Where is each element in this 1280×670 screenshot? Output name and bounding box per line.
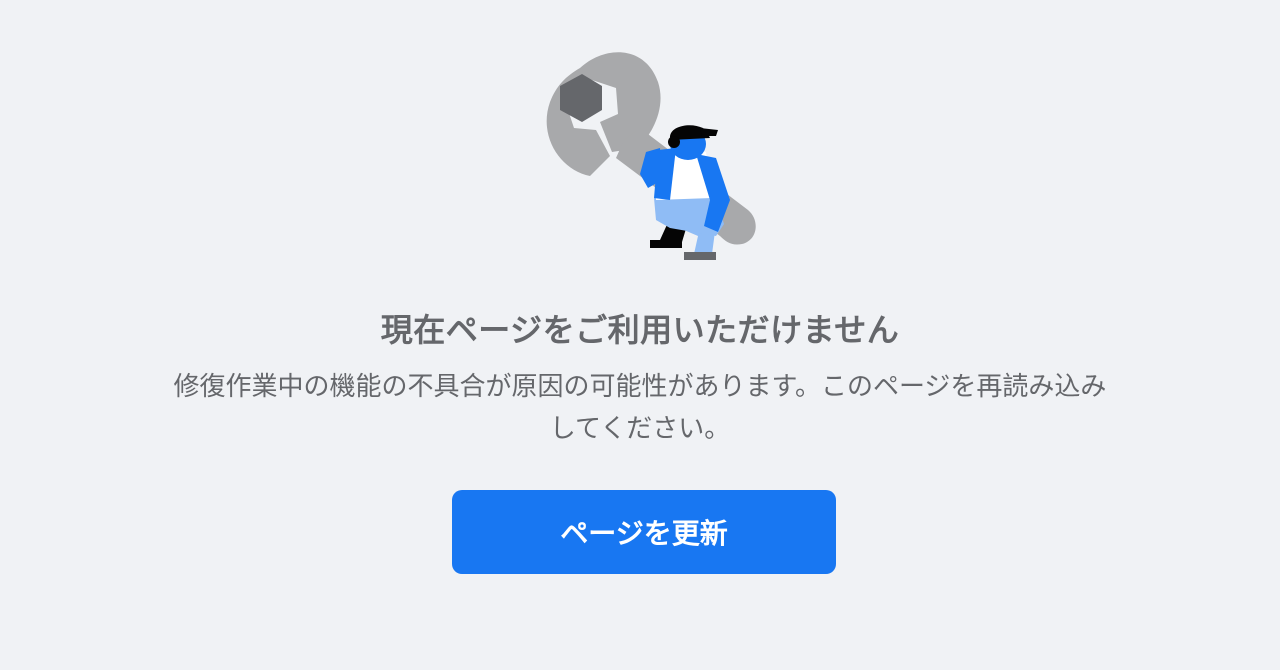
wrench-worker-icon bbox=[546, 52, 756, 260]
error-title: 現在ページをご利用いただけません bbox=[380, 311, 900, 349]
refresh-page-button[interactable]: ページを更新 bbox=[452, 490, 836, 574]
maintenance-illustration bbox=[520, 40, 780, 270]
error-description: 修復作業中の機能の不具合が原因の可能性があります。このページを再読み込みしてくだ… bbox=[173, 372, 1107, 444]
